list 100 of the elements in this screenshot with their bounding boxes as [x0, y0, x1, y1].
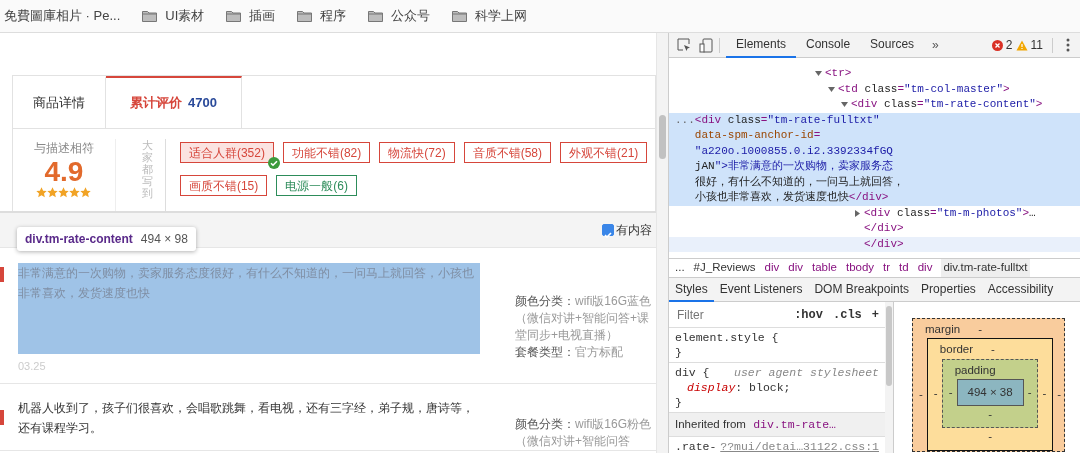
dom-node[interactable]: <tr>: [825, 66, 852, 82]
review-tag[interactable]: 物流快(72): [379, 142, 455, 163]
expand-toggle-icon[interactable]: [841, 101, 848, 108]
panel-tab[interactable]: Properties: [915, 278, 982, 302]
review-tag[interactable]: 功能不错(82): [282, 142, 371, 163]
scrollbar-thumb[interactable]: [659, 115, 666, 159]
expand-toggle-icon[interactable]: [828, 85, 835, 93]
bookmark-link[interactable]: 插画: [249, 6, 276, 26]
tooltip-size: 494 × 98: [140, 232, 188, 246]
error-count[interactable]: 2: [1005, 36, 1013, 54]
bookmark-link[interactable]: UI素材: [165, 6, 205, 26]
css-selector: element.style {: [675, 330, 779, 345]
inspect-icon[interactable]: [677, 38, 691, 52]
review-tag[interactable]: 适合人群(352): [179, 142, 274, 163]
star-icon: [36, 187, 48, 198]
dom-node[interactable]: <div class="tm-m-photos">…: [864, 205, 1036, 221]
dom-node[interactable]: <div class="tm-rate-content">: [851, 97, 1043, 113]
product-spec: 颜色分类：wifi版16G粉色（微信对讲+智能问答: [515, 415, 652, 450]
folder-icon[interactable]: [226, 10, 242, 22]
breadcrumb[interactable]: td: [899, 259, 909, 277]
css-brace: }: [675, 345, 683, 360]
folder-icon[interactable]: [368, 10, 384, 22]
css-source: user agent stylesheet: [734, 365, 879, 380]
content-checkbox[interactable]: 有内容: [602, 221, 652, 239]
review-tag[interactable]: 画质不错(15): [179, 175, 268, 196]
page-tab[interactable]: 累计评价 4700: [106, 76, 242, 128]
warning-count[interactable]: 11: [1030, 36, 1043, 54]
folder-icon[interactable]: [142, 10, 158, 22]
box-value: -: [991, 342, 995, 358]
devtools-tab[interactable]: Console: [796, 32, 861, 58]
scrollbar-thumb[interactable]: [886, 306, 892, 386]
breadcrumb[interactable]: div: [764, 259, 780, 277]
box-value: -: [987, 429, 993, 445]
dom-closing-tag[interactable]: </div>: [864, 236, 904, 252]
box-value: -: [919, 386, 923, 402]
folder-icon[interactable]: [452, 10, 468, 22]
inherited-label: Inherited from: [675, 418, 747, 430]
error-icon: [991, 39, 1003, 51]
new-rule-button[interactable]: +: [871, 305, 879, 324]
box-value: -: [1057, 386, 1062, 402]
css-selector: .rate-: [675, 439, 717, 453]
star-icon: [58, 187, 70, 198]
breadcrumb[interactable]: div.tm-rate-fulltxt: [941, 259, 1030, 277]
breadcrumb[interactable]: #J_Reviews: [693, 259, 756, 277]
scrollbar[interactable]: [885, 302, 893, 453]
rating-label: 与描述相符: [32, 140, 95, 157]
box-layer-label: border: [939, 342, 974, 358]
bookmark-link[interactable]: 科学上网: [475, 6, 528, 26]
checkmark-icon: [603, 229, 613, 240]
hover-state-button[interactable]: :hov: [794, 305, 823, 324]
css-source[interactable]: ??mui/detai…31122.css:1: [720, 439, 879, 453]
expand-toggle-icon[interactable]: [815, 70, 822, 77]
more-options-icon[interactable]: [1066, 38, 1070, 52]
panel-tab[interactable]: Event Listeners: [713, 278, 809, 302]
star-icon: [80, 187, 92, 198]
panel-tab[interactable]: Accessibility: [981, 278, 1060, 302]
dom-gutter-dots[interactable]: ...: [675, 113, 695, 126]
dom-node[interactable]: <td class="tm-col-master">: [838, 81, 1010, 97]
devtools-tab[interactable]: Elements: [726, 32, 797, 58]
breadcrumb[interactable]: table: [812, 259, 837, 277]
review-marker: [0, 267, 4, 282]
breadcrumb[interactable]: tbody: [845, 259, 875, 277]
panel-tab[interactable]: DOM Breakpoints: [808, 278, 916, 302]
review-tag[interactable]: 音质不错(58): [463, 142, 551, 163]
rating-score: 4.9: [43, 157, 85, 187]
breadcrumb[interactable]: div: [788, 259, 803, 277]
css-brace: }: [675, 395, 683, 410]
product-spec: 套餐类型：官方标配: [515, 344, 624, 361]
box-layer-label: padding: [954, 362, 996, 378]
bookmark-link[interactable]: 程序: [320, 6, 347, 26]
css-selector: div {: [675, 365, 710, 380]
review-marker: [0, 409, 4, 425]
inherited-selector[interactable]: div.tm-rate…: [753, 418, 836, 431]
more-tabs-button[interactable]: »: [924, 36, 947, 54]
box-value: -: [978, 322, 982, 337]
box-value: -: [948, 384, 953, 400]
dom-closing-tag[interactable]: </div>: [864, 221, 904, 237]
review-tag[interactable]: 外观不错(21): [560, 142, 648, 163]
review-tag[interactable]: 电源一般(6): [276, 175, 357, 196]
breadcrumb[interactable]: tr: [883, 259, 891, 277]
product-spec: 颜色分类：wifi版16G蓝色（微信对讲+智能问答+课堂同步+电视直播）: [515, 293, 652, 344]
css-declaration: display: block;: [686, 380, 792, 395]
selected-dom-node[interactable]: ...<div class="tm-rate-fulltxt" data-spm-anchor-id= "a220o.1000855.0.i2.3392334fGQ jAN">非常满意的一次购物，卖家服务态 很好，有什么不知道的，一问马上就回答， 小孩也非常喜欢，发货速度也快</div>: [669, 112, 1080, 206]
review-text: 机器人收到了，孩子们很喜欢，会唱歌跳舞，看电视，还有三字经，弟子规，唐诗等，还有课程学习。: [18, 399, 475, 437]
box-value: -: [987, 407, 993, 422]
scrollbar[interactable]: [656, 33, 668, 453]
folder-icon[interactable]: [297, 10, 313, 22]
filter-input[interactable]: Filter: [675, 304, 765, 325]
panel-tab[interactable]: Styles: [669, 278, 714, 302]
bookmark-link[interactable]: 免費圖庫相片 · Pe...: [4, 6, 121, 26]
expand-toggle-icon[interactable]: [854, 209, 861, 217]
box-layer-label: margin: [925, 322, 961, 337]
star-icon: [47, 187, 59, 198]
star-icon: [69, 187, 81, 198]
class-button[interactable]: .cls: [833, 305, 862, 324]
devtools-tab[interactable]: Sources: [860, 32, 925, 58]
bookmark-link[interactable]: 公众号: [391, 6, 431, 26]
breadcrumb[interactable]: div: [917, 259, 933, 277]
device-icon[interactable]: [699, 37, 713, 53]
breadcrumb[interactable]: ...: [675, 259, 685, 277]
